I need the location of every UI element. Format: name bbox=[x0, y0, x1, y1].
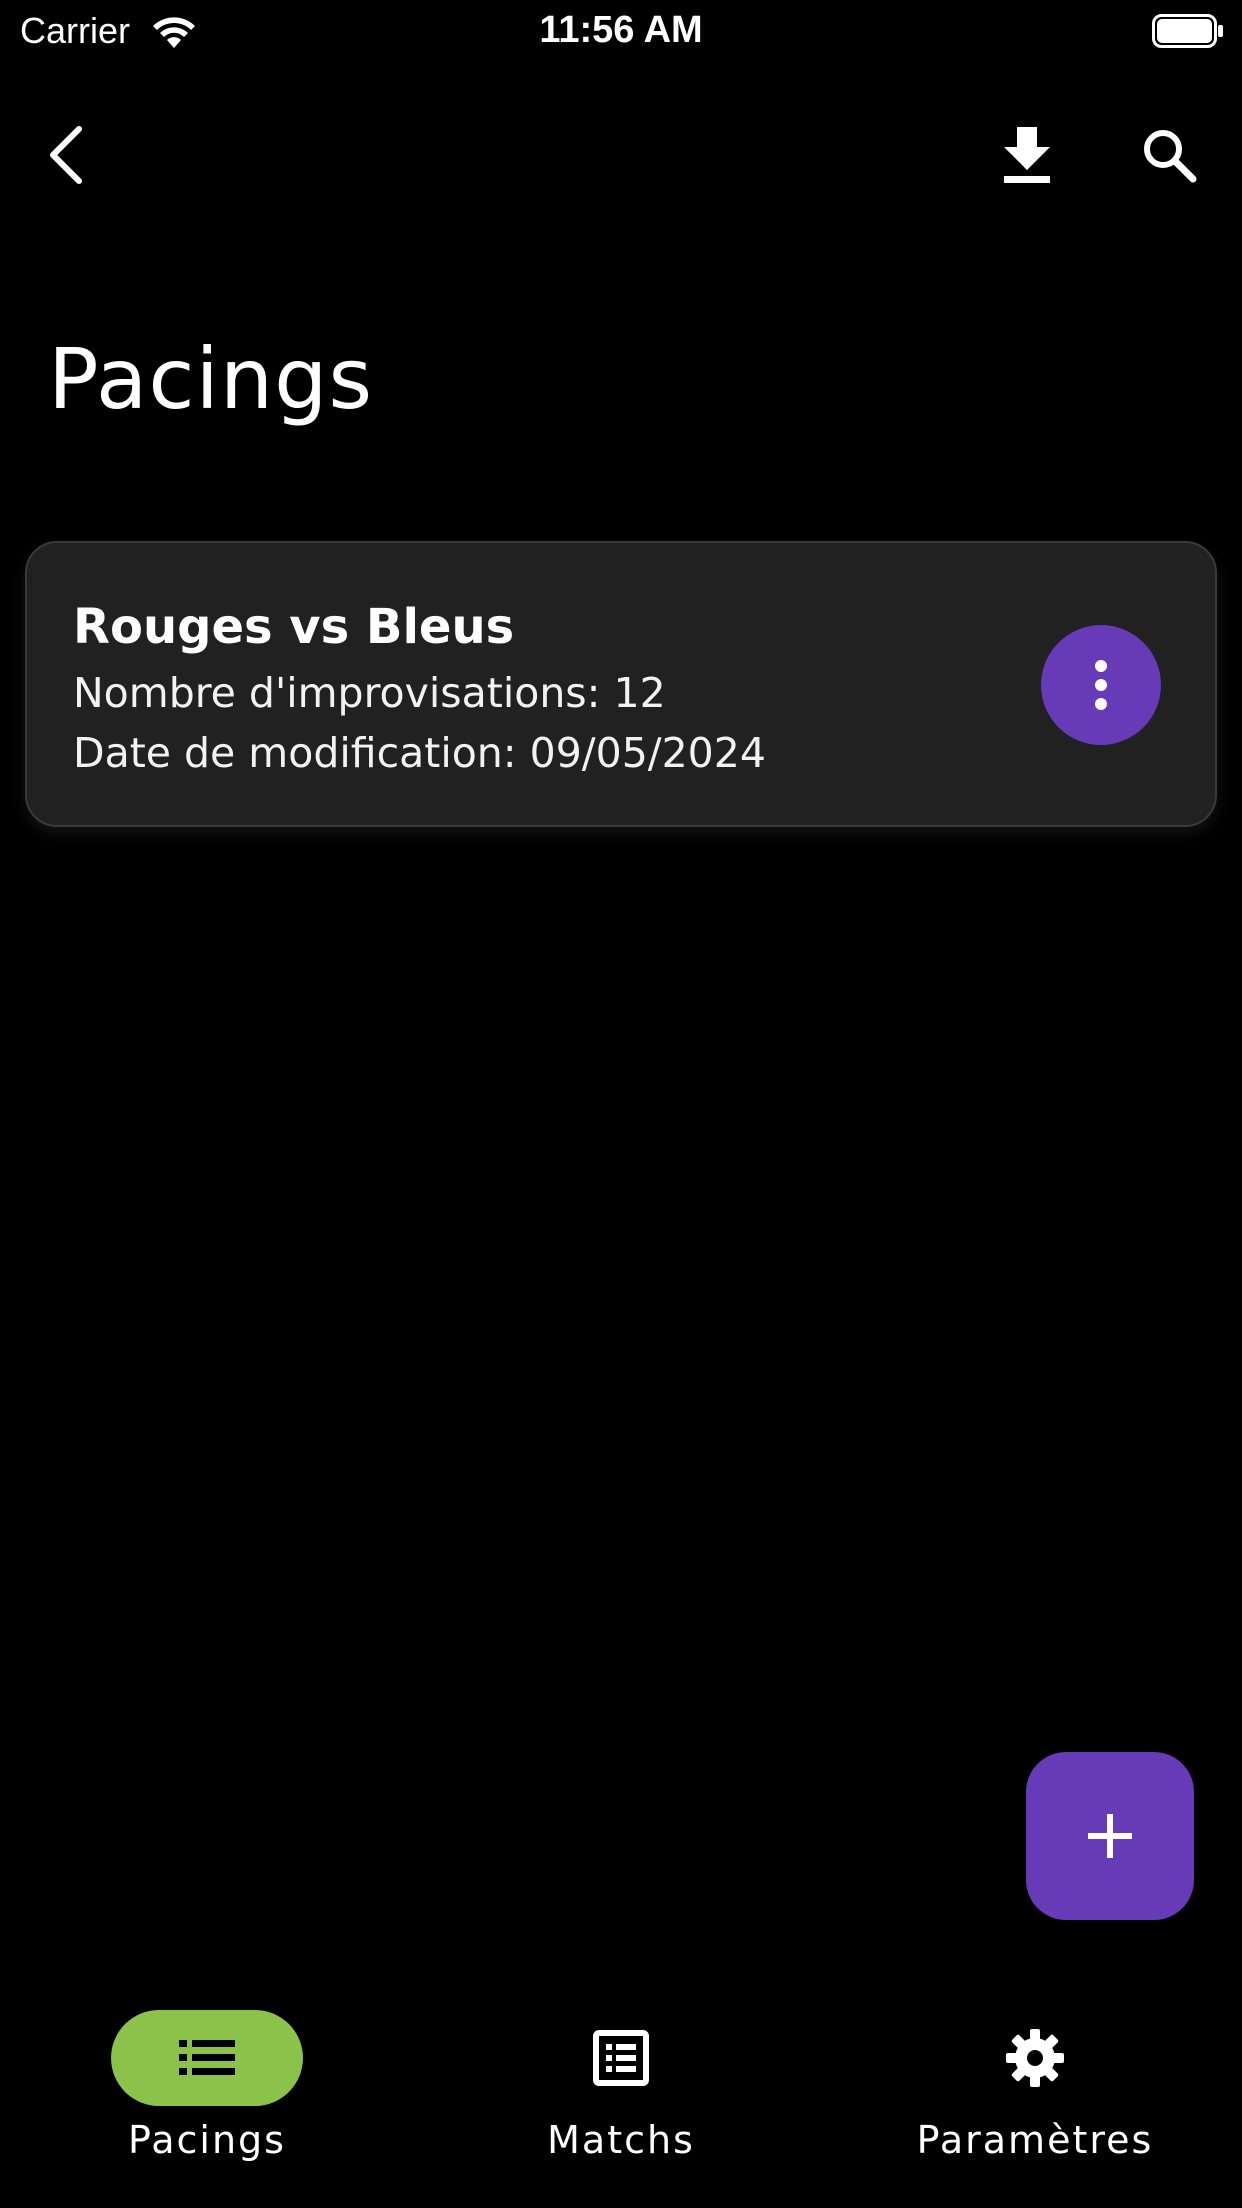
search-icon bbox=[1144, 130, 1197, 183]
pacing-card[interactable]: Rouges vs Bleus Nombre d'improvisations:… bbox=[25, 541, 1217, 827]
bottom-navigation: Pacings Matchs Paramètres bbox=[0, 1990, 1242, 2208]
nav-active-indicator bbox=[111, 2010, 303, 2106]
card-improvisation-count: Nombre d'improvisations: 12 bbox=[73, 669, 666, 717]
card-modified-date: Date de modification: 09/05/2024 bbox=[73, 729, 766, 777]
search-button[interactable] bbox=[1124, 110, 1214, 200]
battery-icon bbox=[1152, 14, 1223, 48]
nav-item-matchs[interactable]: Matchs bbox=[414, 1990, 828, 2208]
status-bar: Carrier 11:56 AM bbox=[0, 0, 1242, 62]
nav-item-pacings[interactable]: Pacings bbox=[0, 1990, 414, 2208]
list-alt-icon bbox=[593, 2030, 649, 2086]
status-time: 11:56 AM bbox=[539, 9, 703, 51]
nav-label-matchs: Matchs bbox=[547, 2118, 695, 2162]
back-button[interactable] bbox=[22, 110, 112, 200]
card-title: Rouges vs Bleus bbox=[73, 599, 515, 655]
page-title: Pacings bbox=[48, 330, 374, 428]
download-icon bbox=[1004, 127, 1050, 183]
list-icon bbox=[179, 2040, 235, 2075]
card-menu-button[interactable] bbox=[1041, 625, 1161, 745]
nav-label-pacings: Pacings bbox=[128, 2118, 286, 2162]
settings-icon bbox=[1006, 2029, 1064, 2087]
arrow-back-icon bbox=[50, 126, 82, 184]
nav-label-parametres: Paramètres bbox=[916, 2118, 1154, 2162]
screen: Carrier 11:56 AM Pacings Rouges vs Bleus… bbox=[0, 0, 1242, 2208]
more-vert-icon bbox=[1095, 660, 1107, 710]
nav-item-parametres[interactable]: Paramètres bbox=[828, 1990, 1242, 2208]
add-icon bbox=[1088, 1814, 1132, 1858]
download-button[interactable] bbox=[982, 110, 1072, 200]
add-pacing-fab[interactable] bbox=[1026, 1752, 1194, 1920]
